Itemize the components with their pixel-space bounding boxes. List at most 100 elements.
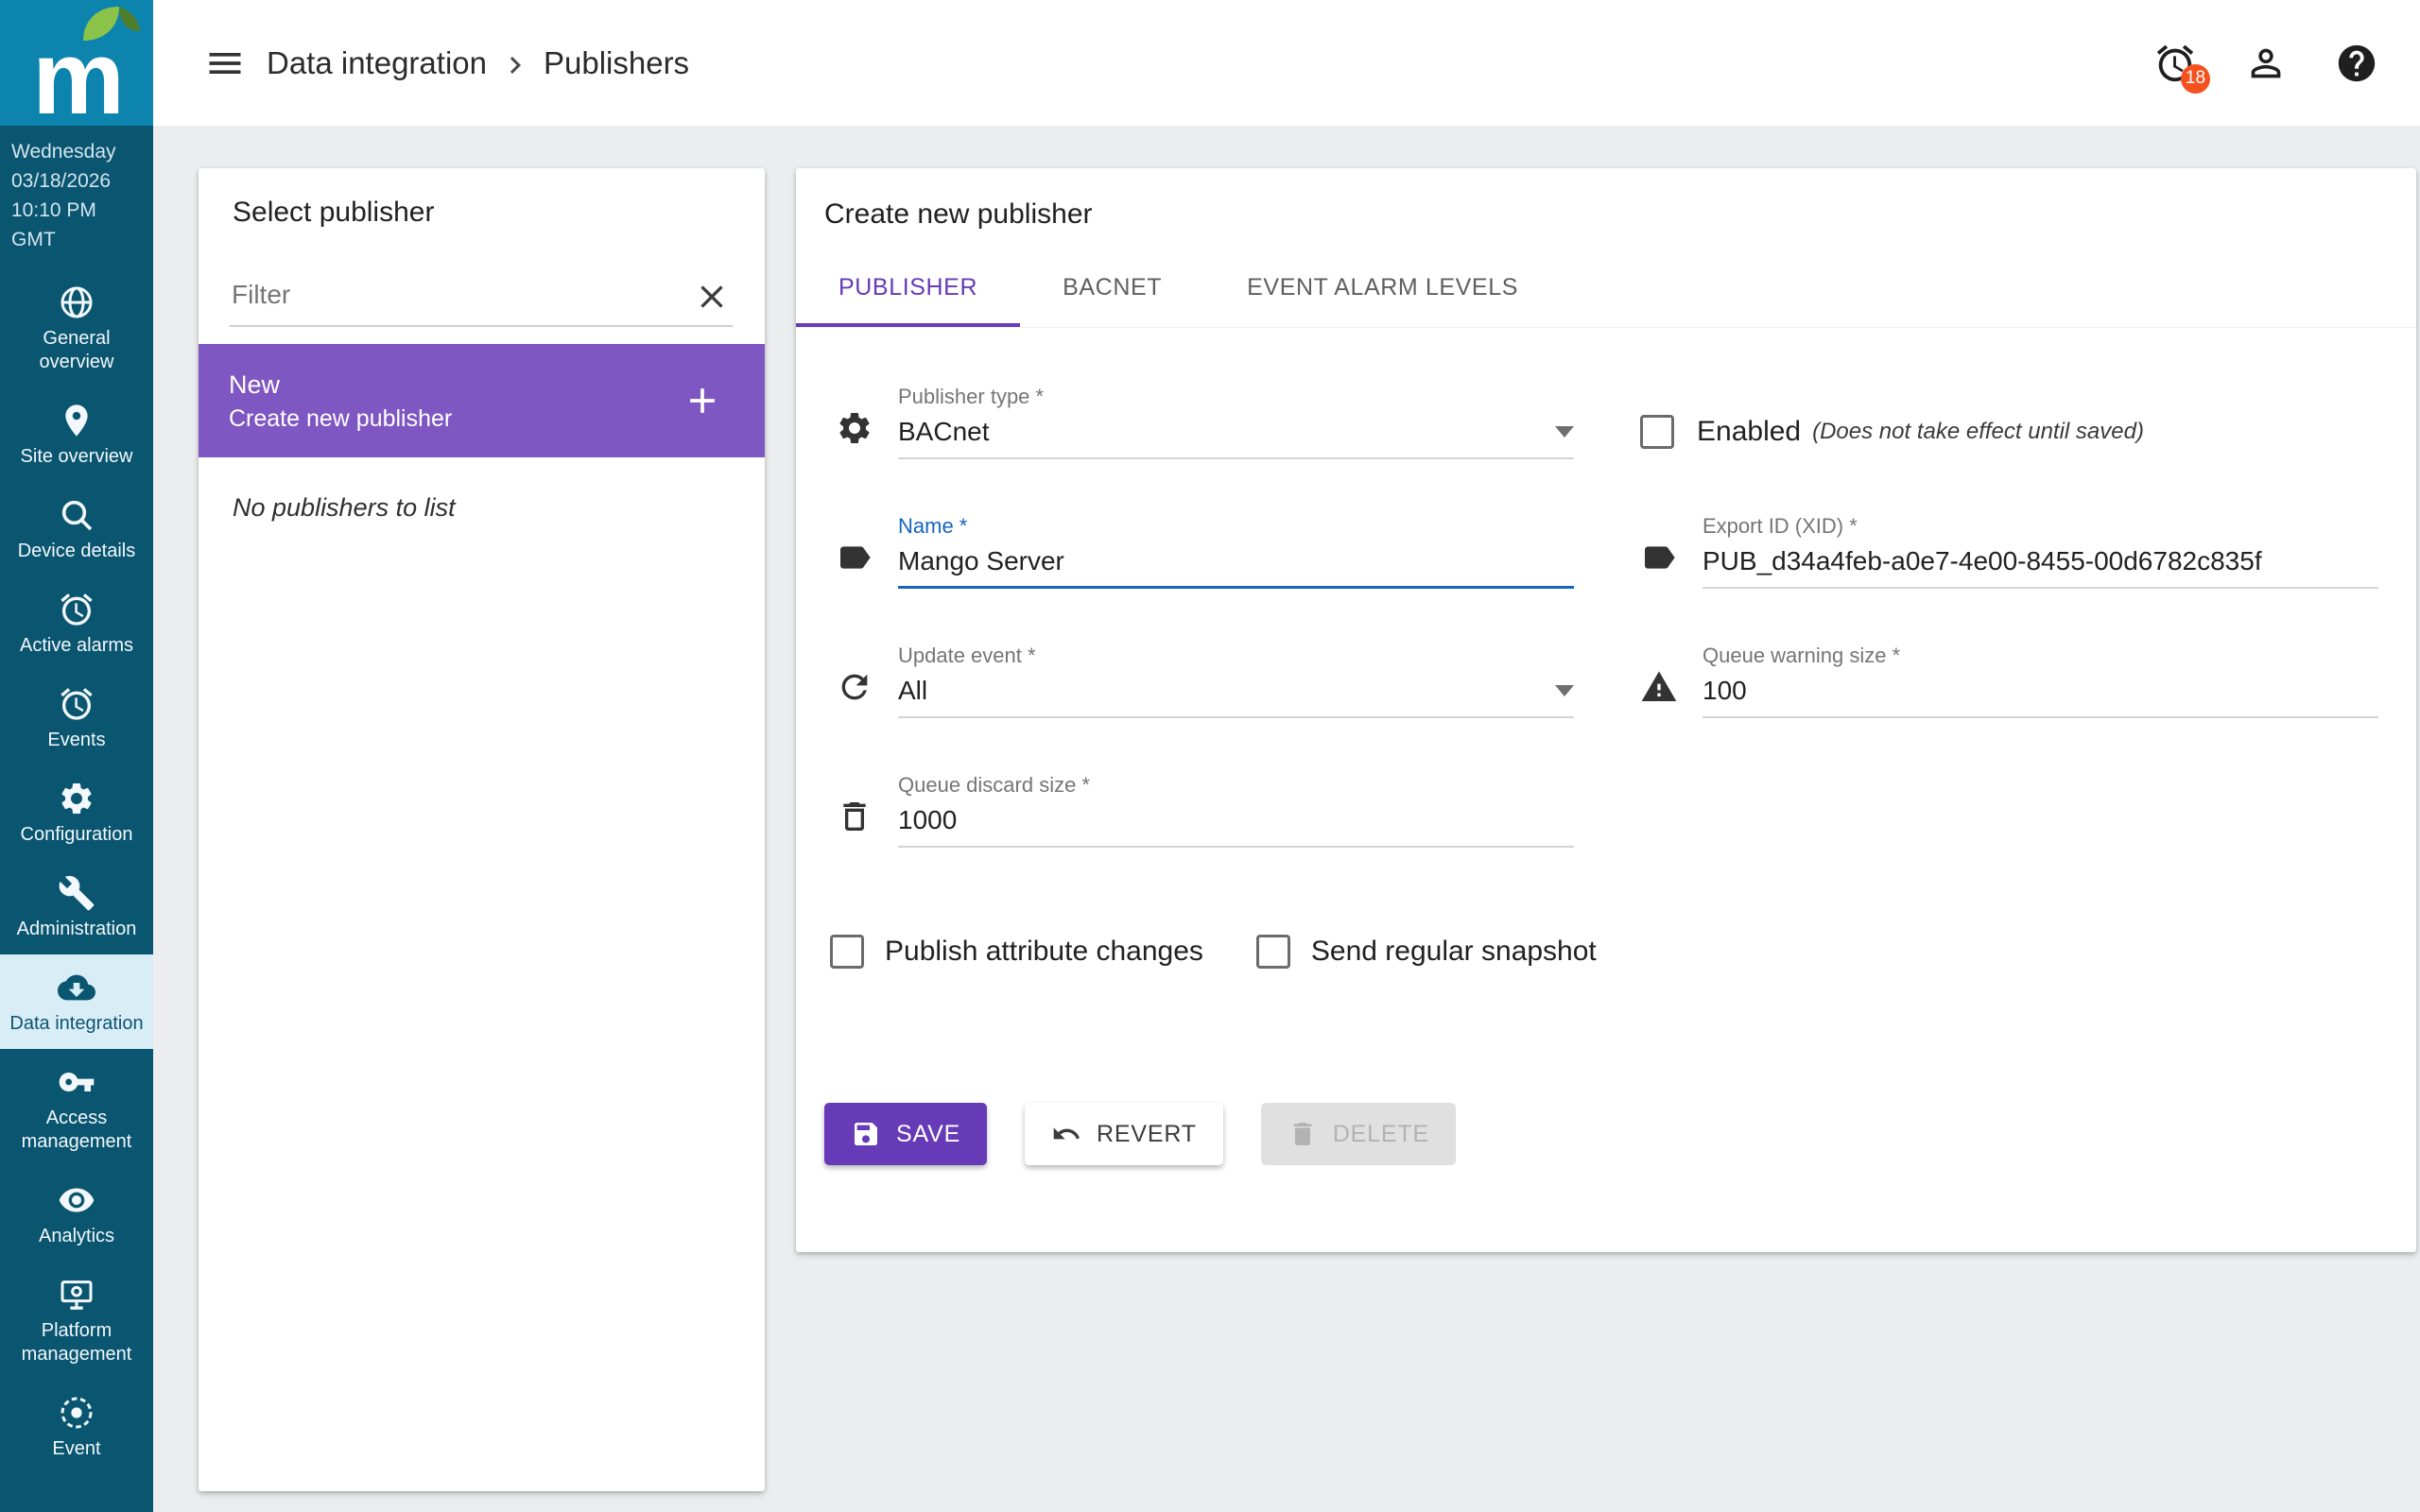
- field-label: Name *: [898, 514, 968, 538]
- search-icon: [58, 496, 95, 534]
- publish-attribute-changes-checkbox[interactable]: [830, 935, 864, 969]
- field-label: Update event *: [898, 644, 1036, 667]
- new-publisher-title: New: [229, 370, 281, 399]
- trash-icon: [836, 798, 873, 835]
- publisher-type-select[interactable]: Publisher type * BACnet: [898, 385, 1574, 459]
- revert-button-label: REVERT: [1097, 1120, 1197, 1147]
- sidebar-item-analytics[interactable]: Analytics: [0, 1167, 153, 1262]
- alarm-notifications-icon[interactable]: 18: [2153, 42, 2210, 94]
- menu-icon[interactable]: [204, 43, 246, 84]
- key-icon: [58, 1063, 95, 1101]
- warning-icon: [1640, 668, 1678, 706]
- checkbox-label: Publish attribute changes: [885, 936, 1203, 967]
- sidebar-item-general-overview[interactable]: General overview: [0, 269, 153, 387]
- sidebar-item-administration[interactable]: Administration: [0, 860, 153, 954]
- sidebar-item-configuration[interactable]: Configuration: [0, 765, 153, 860]
- sidebar-item-access-management[interactable]: Access management: [0, 1049, 153, 1167]
- publisher-form: Publisher type * BACnet Enabled (Does no…: [796, 328, 2416, 848]
- tab-bacnet[interactable]: BACNET: [1020, 251, 1204, 327]
- sidebar-nav: General overview Site overview Device de…: [0, 269, 153, 1474]
- location-pin-icon: [58, 402, 95, 439]
- plus-icon: [682, 380, 723, 421]
- save-icon: [855, 1123, 877, 1145]
- sidebar-item-label: Data integration: [9, 1013, 144, 1034]
- sidebar-item-label: Access management: [21, 1108, 132, 1152]
- main-area: Data integration Publishers 18 Select pu…: [153, 0, 2420, 1512]
- new-publisher-list-item[interactable]: New Create new publisher: [199, 344, 765, 457]
- sidebar-item-label: Administration: [16, 919, 137, 939]
- queue-discard-size-input[interactable]: [898, 805, 1574, 835]
- editor-title: Create new publisher: [824, 198, 1093, 230]
- sidebar-item-label: Analytics: [38, 1226, 115, 1246]
- queue-discard-size-field: Queue discard size *: [836, 773, 1574, 848]
- chevron-right-icon: [498, 48, 532, 82]
- save-button[interactable]: SAVE: [824, 1103, 988, 1165]
- undo-icon: [1053, 1127, 1080, 1140]
- update-event-field: Update event * All: [836, 644, 1574, 718]
- monitor-icon: [58, 1276, 95, 1314]
- enabled-label: Enabled: [1697, 416, 1802, 447]
- sidebar-item-platform-management[interactable]: Platform management: [0, 1262, 153, 1380]
- globe-icon: [58, 284, 95, 321]
- breadcrumb-parent[interactable]: Data integration: [267, 45, 487, 81]
- tab-publisher[interactable]: PUBLISHER: [796, 251, 1021, 327]
- topbar: Data integration Publishers 18: [153, 0, 2420, 126]
- action-buttons: SAVE REVERT DELETE: [796, 969, 2416, 1165]
- send-regular-snapshot-checkbox[interactable]: [1255, 935, 1290, 969]
- enabled-checkbox[interactable]: [1640, 415, 1674, 449]
- sidebar-item-event-handlers[interactable]: Event: [0, 1380, 153, 1474]
- publisher-list-panel: Select publisher New Create new publishe…: [199, 168, 765, 1491]
- tab-event-alarm-levels[interactable]: EVENT ALARM LEVELS: [1204, 251, 1561, 327]
- sidebar-item-device-details[interactable]: Device details: [0, 482, 153, 576]
- sidebar-item-label: Active alarms: [19, 635, 134, 656]
- sidebar-item-label: Events: [47, 730, 106, 750]
- update-event-select[interactable]: Update event * All: [898, 644, 1574, 718]
- sidebar-item-label: General overview: [39, 328, 114, 372]
- delete-button-label: DELETE: [1332, 1120, 1429, 1147]
- name-input[interactable]: [898, 546, 1574, 576]
- xid-input[interactable]: [1703, 546, 2378, 576]
- sidebar-item-data-integration[interactable]: Data integration: [0, 954, 153, 1049]
- sidebar-item-active-alarms[interactable]: Active alarms: [0, 576, 153, 671]
- tag-icon: [836, 539, 873, 576]
- mango-logo[interactable]: m: [0, 0, 153, 136]
- datetime-date: 03/18/2026: [11, 170, 112, 192]
- leaf-icon: [83, 7, 140, 41]
- sidebar-item-label: Platform management: [21, 1320, 132, 1365]
- datetime-day: Wednesday: [11, 141, 116, 163]
- publish-attribute-changes-option[interactable]: Publish attribute changes: [830, 935, 1203, 969]
- field-label: Export ID (XID) *: [1703, 514, 1858, 538]
- refresh-icon: [836, 668, 873, 706]
- user-icon[interactable]: [2244, 42, 2288, 85]
- content-area: Select publisher New Create new publishe…: [153, 126, 2420, 1512]
- sidebar: m Wednesday 03/18/2026 10:10 PM GMT Gene…: [0, 0, 153, 1512]
- alarm-count-badge: 18: [2181, 63, 2210, 94]
- dropdown-arrow-icon: [1555, 685, 1574, 696]
- sidebar-item-events[interactable]: Events: [0, 671, 153, 765]
- breadcrumb-current[interactable]: Publishers: [544, 45, 689, 81]
- save-button-label: SAVE: [896, 1120, 961, 1147]
- new-publisher-text: New Create new publisher: [229, 367, 452, 435]
- publisher-type-field: Publisher type * BACnet: [836, 385, 1574, 459]
- revert-button[interactable]: REVERT: [1025, 1103, 1223, 1165]
- send-regular-snapshot-option[interactable]: Send regular snapshot: [1255, 935, 1597, 969]
- filter-input[interactable]: [230, 280, 733, 325]
- clear-filter-icon[interactable]: [693, 278, 731, 316]
- queue-warning-size-input[interactable]: [1703, 676, 2378, 706]
- gear-circle-icon: [58, 1394, 95, 1432]
- app-root: m Wednesday 03/18/2026 10:10 PM GMT Gene…: [0, 0, 2420, 1512]
- sidebar-item-site-overview[interactable]: Site overview: [0, 387, 153, 482]
- enabled-field: Enabled (Does not take effect until save…: [1640, 415, 2378, 449]
- wrench-icon: [58, 874, 95, 912]
- dropdown-arrow-icon: [1555, 426, 1574, 438]
- checkbox-label: Send regular snapshot: [1310, 936, 1597, 967]
- help-icon[interactable]: [2335, 42, 2378, 85]
- editor-tabs: PUBLISHER BACNET EVENT ALARM LEVELS: [796, 251, 2416, 328]
- xid-field: Export ID (XID) *: [1640, 514, 2378, 589]
- logo-letter: m: [32, 19, 125, 136]
- gear-icon: [836, 409, 873, 447]
- delete-button[interactable]: DELETE: [1260, 1103, 1456, 1165]
- publisher-editor-panel: Create new publisher PUBLISHER BACNET EV…: [796, 168, 2416, 1252]
- eye-icon: [58, 1181, 95, 1219]
- topbar-actions: 18: [2153, 42, 2378, 94]
